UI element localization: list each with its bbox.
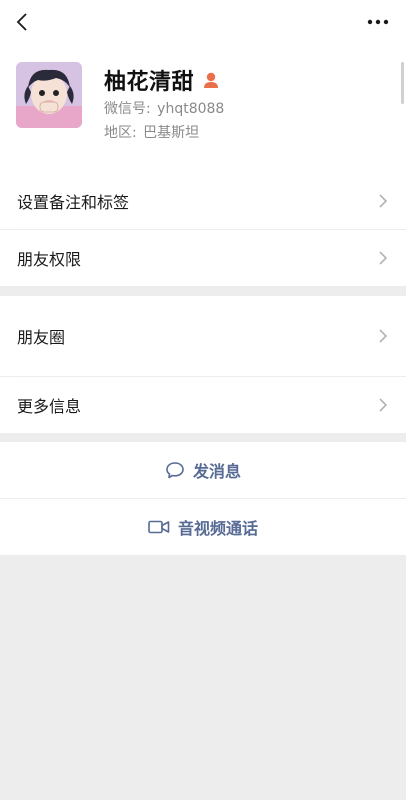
menu-item-label: 更多信息: [17, 397, 82, 416]
wechat-id-value: yhqt8088: [157, 101, 225, 117]
wechat-id-label: 微信号:: [104, 101, 151, 117]
region-label: 地区:: [104, 125, 137, 141]
contact-name: 柚花清甜: [104, 70, 195, 95]
region-row: 地区: 巴基斯坦: [104, 122, 199, 142]
chat-bubble-icon: [166, 462, 184, 479]
more-options-button[interactable]: [364, 10, 392, 34]
menu-item-remarks-tags[interactable]: 设置备注和标签: [0, 172, 406, 229]
video-camera-icon: [148, 520, 170, 534]
female-icon: [202, 71, 220, 89]
top-bar: [0, 0, 406, 44]
scrollbar[interactable]: [401, 62, 404, 104]
chevron-right-icon: [379, 251, 388, 265]
chevron-right-icon: [379, 329, 388, 343]
more-dots-icon: [367, 19, 389, 25]
menu-item-label: 设置备注和标签: [17, 192, 130, 212]
menu-item-moments[interactable]: 朋友圈: [0, 296, 406, 376]
chevron-left-icon: [16, 13, 27, 31]
menu-item-more-info[interactable]: 更多信息: [0, 377, 406, 433]
menu-item-friend-permissions[interactable]: 朋友权限: [0, 230, 406, 286]
avatar-illustration: [16, 62, 82, 128]
chevron-right-icon: [379, 398, 388, 412]
profile-card: 柚花清甜 微信号: yhqt8088 地区: 巴基斯坦: [0, 44, 406, 172]
menu-item-label: 朋友圈: [17, 328, 66, 347]
region-value: 巴基斯坦: [143, 125, 200, 141]
video-call-label: 音视频通话: [177, 519, 258, 538]
wechat-id-row: 微信号: yhqt8088: [104, 98, 224, 118]
name-row: 柚花清甜: [104, 64, 220, 96]
send-message-label: 发消息: [192, 462, 241, 481]
send-message-button[interactable]: 发消息: [0, 442, 406, 498]
chevron-right-icon: [379, 193, 388, 208]
video-call-button[interactable]: 音视频通话: [0, 499, 406, 555]
avatar[interactable]: [16, 62, 82, 128]
back-button[interactable]: [8, 8, 36, 36]
menu-item-label: 朋友权限: [17, 250, 82, 269]
